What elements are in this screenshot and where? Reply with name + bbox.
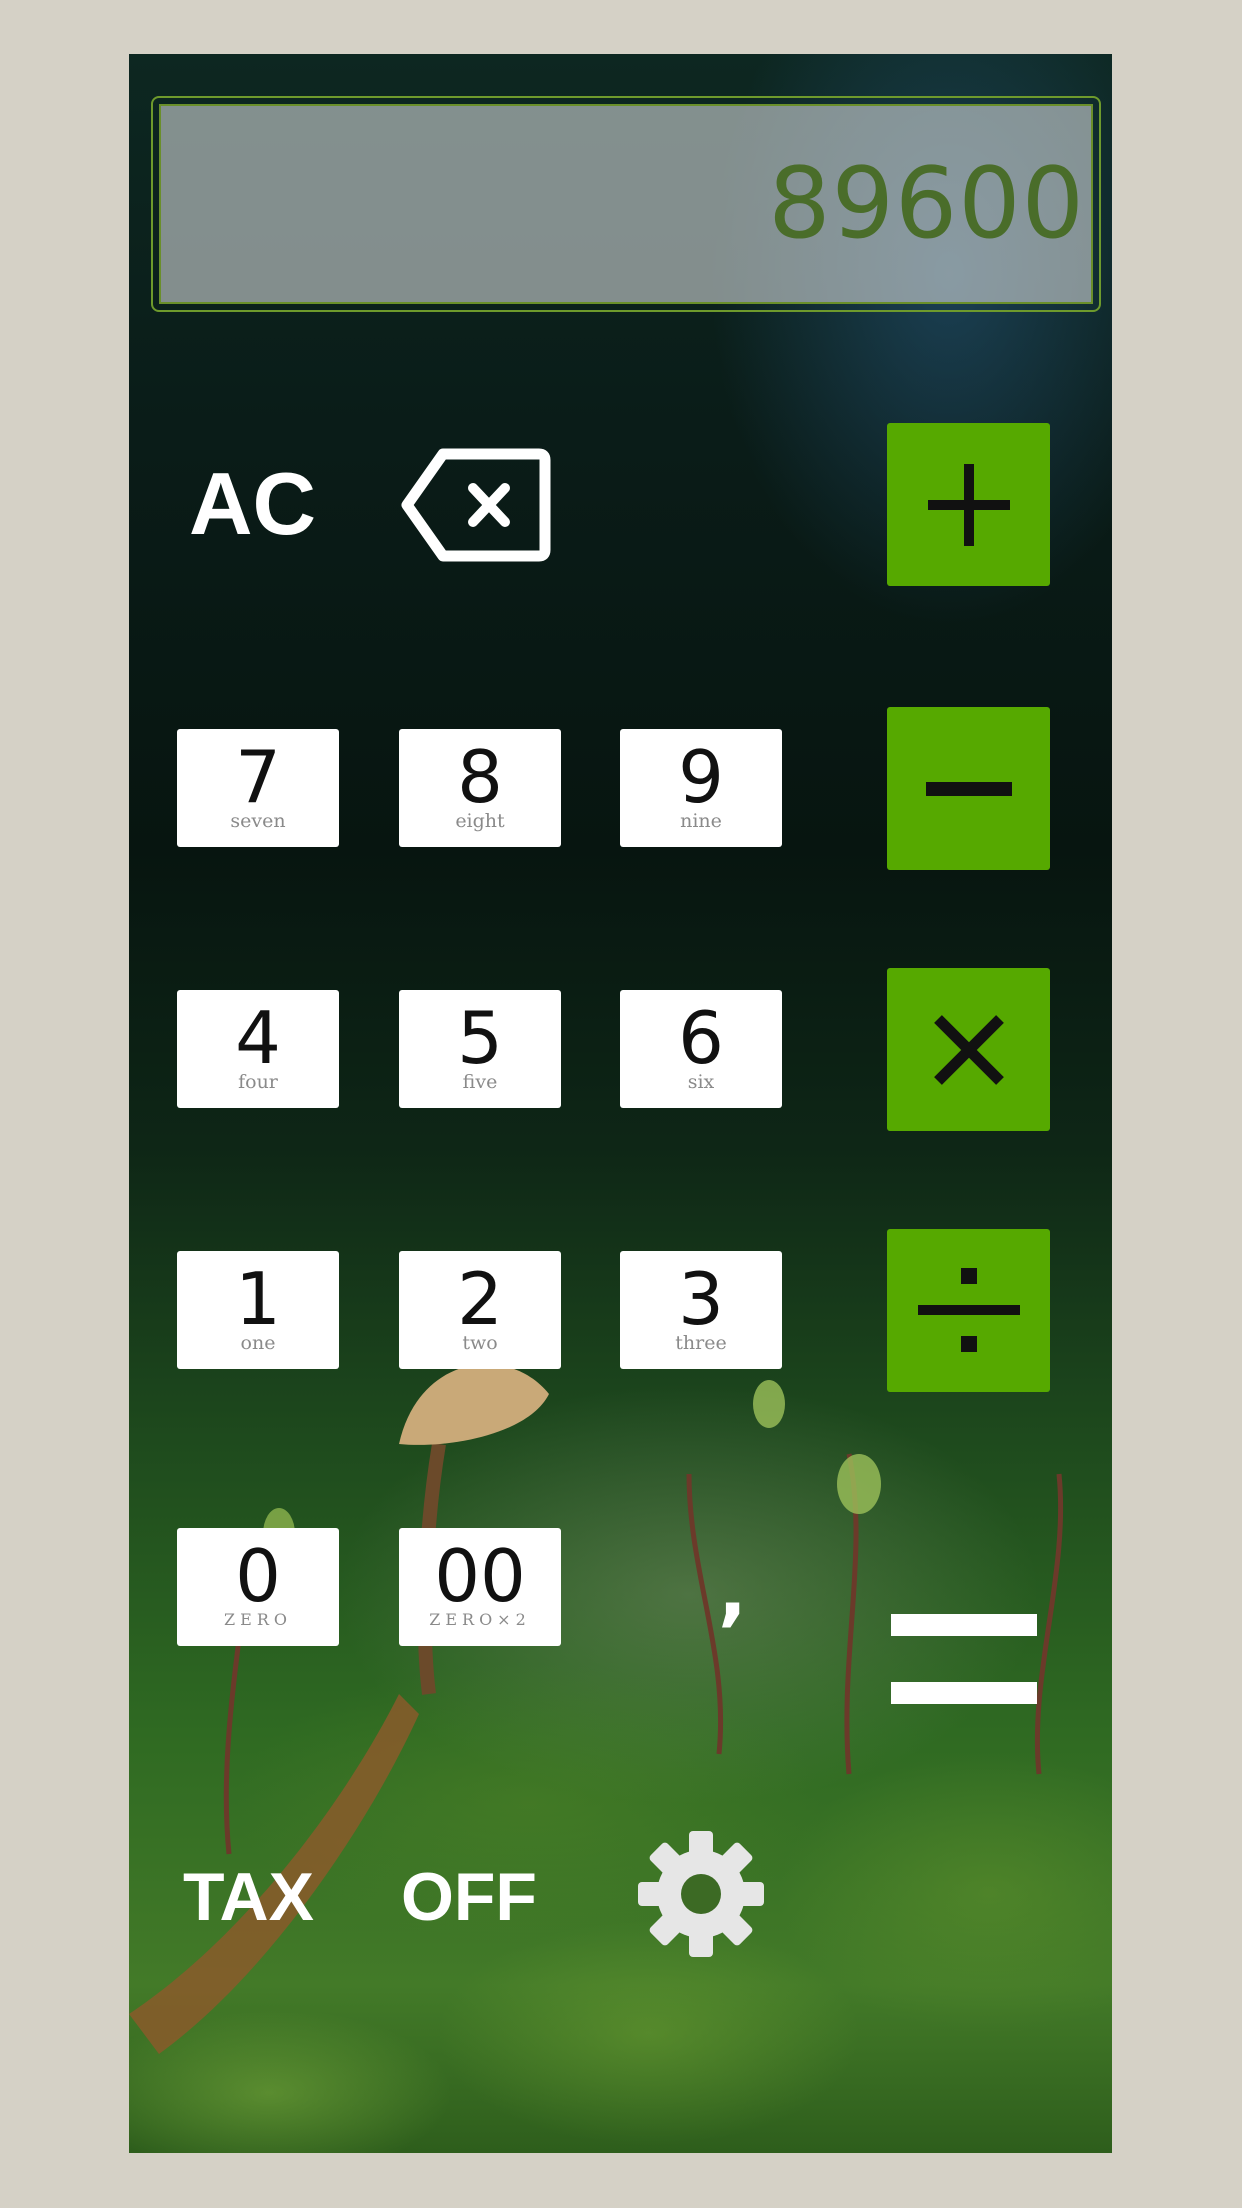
minus-button[interactable] — [887, 707, 1050, 870]
result-display: 89600 — [151, 96, 1101, 312]
tax-label: TAX — [183, 1859, 314, 1935]
multiply-button[interactable] — [887, 968, 1050, 1131]
key-word: ZERO×2 — [429, 1610, 531, 1629]
key-digit: 5 — [457, 996, 503, 1080]
key-word: three — [675, 1332, 727, 1354]
key-word: seven — [230, 810, 286, 832]
plus-button[interactable] — [887, 423, 1050, 586]
key-digit: 4 — [235, 996, 281, 1080]
equals-icon — [891, 1614, 1037, 1704]
key-9[interactable]: 9 nine — [620, 729, 782, 847]
key-digit: 0 — [235, 1534, 281, 1618]
key-digit: 9 — [678, 735, 724, 819]
key-6[interactable]: 6 six — [620, 990, 782, 1108]
key-0[interactable]: 0 ZERO — [177, 1528, 339, 1646]
key-word: one — [240, 1332, 276, 1354]
key-5[interactable]: 5 five — [399, 990, 561, 1108]
key-word: six — [687, 1071, 715, 1093]
multiply-icon — [933, 1014, 1004, 1085]
divide-icon — [917, 1267, 1020, 1352]
key-digit: 00 — [434, 1534, 526, 1618]
minus-icon — [925, 781, 1012, 796]
settings-button[interactable] — [634, 1827, 768, 1961]
comma-button[interactable]: ’ — [717, 1594, 767, 1674]
key-4[interactable]: 4 four — [177, 990, 339, 1108]
key-digit: 2 — [457, 1257, 503, 1341]
key-00[interactable]: 00 ZERO×2 — [399, 1528, 561, 1646]
divide-button[interactable] — [887, 1229, 1050, 1392]
key-word: ZERO — [224, 1610, 292, 1629]
key-digit: 6 — [678, 996, 724, 1080]
key-7[interactable]: 7 seven — [177, 729, 339, 847]
key-word: five — [462, 1071, 498, 1093]
equals-button[interactable] — [891, 1606, 1041, 1716]
key-digit: 1 — [235, 1257, 281, 1341]
key-2[interactable]: 2 two — [399, 1251, 561, 1369]
calculator-screen: 89600 AC 7 seven 8 eight 9 nine 4 four 5… — [129, 54, 1112, 2153]
gear-icon — [638, 1831, 764, 1957]
key-word: two — [462, 1332, 498, 1354]
key-word: nine — [680, 810, 722, 832]
all-clear-button[interactable]: AC — [189, 449, 339, 559]
result-display-inner: 89600 — [159, 104, 1093, 304]
backspace-button[interactable] — [401, 446, 551, 564]
key-digit: 8 — [457, 735, 503, 819]
key-3[interactable]: 3 three — [620, 1251, 782, 1369]
tax-toggle[interactable]: OFF — [401, 1852, 537, 1942]
result-value: 89600 — [768, 147, 1085, 261]
key-digit: 7 — [235, 735, 281, 819]
key-digit: 3 — [678, 1257, 724, 1341]
key-8[interactable]: 8 eight — [399, 729, 561, 847]
key-1[interactable]: 1 one — [177, 1251, 339, 1369]
key-word: four — [238, 1071, 278, 1093]
backspace-icon — [401, 448, 551, 562]
plus-icon — [927, 463, 1010, 546]
key-word: eight — [455, 810, 505, 832]
